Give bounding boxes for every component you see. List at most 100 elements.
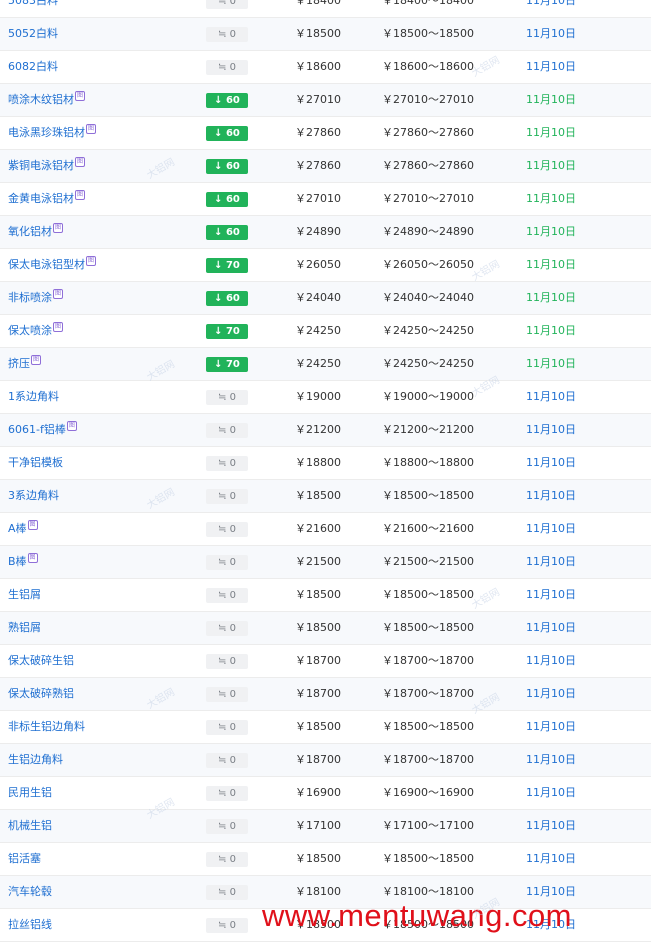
product-name-link[interactable]: 1系边角料 [8,381,59,413]
product-name[interactable]: 非标喷涂 [8,291,52,304]
change-cell: ↓ 70 [206,249,248,281]
product-name[interactable]: 干净铝模板 [8,456,63,469]
product-name[interactable]: B棒 [8,555,27,568]
product-name-link[interactable]: 生铝边角料 [8,744,63,776]
product-name[interactable]: 金黄电泳铝材 [8,192,74,205]
flat-icon: ≒ [218,887,227,898]
product-name[interactable]: 1系边角料 [8,390,59,403]
image-tag-icon[interactable]: 图 [86,256,96,266]
flat-icon: ≒ [218,62,227,73]
product-name[interactable]: 保太破碎熟铝 [8,687,74,700]
product-name[interactable]: 3系边角料 [8,489,59,502]
image-tag-icon[interactable]: 图 [75,190,85,200]
product-name-link[interactable]: 3系边角料 [8,480,59,512]
product-name[interactable]: 喷涂木纹铝材 [8,93,74,106]
product-name-link[interactable]: 保太喷涂图 [8,315,63,347]
table-row: 电泳黑珍珠铝材图 ↓ 60 ￥27860 ￥27860～27860 11月10日 [0,117,651,150]
product-name-link[interactable]: 非标喷涂图 [8,282,63,314]
product-name[interactable]: 熟铝屑 [8,621,41,634]
change-flat-badge: ≒ 0 [206,852,248,867]
product-name[interactable]: 保太电泳铝型材 [8,258,85,271]
product-name-link[interactable]: 民用生铝 [8,777,52,809]
product-name[interactable]: 6082白料 [8,60,58,73]
product-name-link[interactable]: 保太电泳铝型材图 [8,249,96,281]
product-name[interactable]: 机械生铝 [8,819,52,832]
avg-price: ￥24250 [295,324,341,337]
change-value: 0 [229,821,236,832]
flat-icon: ≒ [218,0,227,7]
table-row: 保太破碎熟铝 ≒ 0 ￥18700 ￥18700～18700 11月10日 [0,678,651,711]
image-tag-icon[interactable]: 图 [86,124,96,134]
flat-icon: ≒ [218,623,227,634]
product-name-link[interactable]: 生铝屑 [8,579,41,611]
product-name[interactable]: 铝活塞 [8,852,41,865]
product-name[interactable]: A棒 [8,522,27,535]
change-flat-badge: ≒ 0 [206,720,248,735]
product-name[interactable]: 保太破碎生铝 [8,654,74,667]
change-flat-badge: ≒ 0 [206,621,248,636]
change-value: 60 [225,95,240,106]
product-name-link[interactable]: 喷涂木纹铝材图 [8,84,85,116]
image-tag-icon[interactable]: 图 [53,289,63,299]
product-name[interactable]: 挤压 [8,357,30,370]
product-name-link[interactable]: 5052白料 [8,18,58,50]
product-name-link[interactable]: 汽车轮毂 [8,876,52,908]
product-name-link[interactable]: 拉丝铝线 [8,909,52,941]
product-name-link[interactable]: 电泳黑珍珠铝材图 [8,117,96,149]
date-cell: 11月10日 [526,93,576,106]
flat-icon: ≒ [218,656,227,667]
change-flat-badge: ≒ 0 [206,0,248,9]
change-value: 0 [229,722,236,733]
product-name[interactable]: 汽车轮毂 [8,885,52,898]
product-name-link[interactable]: 熟铝屑 [8,612,41,644]
product-name[interactable]: 5083白料 [8,0,58,7]
product-name-link[interactable]: 6082白料 [8,51,58,83]
change-cell: ↓ 60 [206,117,248,149]
product-name-link[interactable]: 5083白料 [8,0,58,17]
product-name[interactable]: 5052白料 [8,27,58,40]
product-name[interactable]: 紫铜电泳铝材 [8,159,74,172]
product-name[interactable]: 生铝边角料 [8,753,63,766]
product-name[interactable]: 非标生铝边角料 [8,720,85,733]
change-down-badge: ↓ 60 [206,225,248,240]
image-tag-icon[interactable]: 图 [27,520,38,530]
arrow-down-icon: ↓ [214,293,223,304]
price-range: ￥18800～18800 [382,456,474,469]
avg-price: ￥21600 [295,522,341,535]
product-name-link[interactable]: 6061-f铝棒图 [8,414,77,446]
image-tag-icon[interactable]: 图 [53,223,63,233]
product-name-link[interactable]: 金黄电泳铝材图 [8,183,85,215]
price-range: ￥18100～18100 [382,885,474,898]
image-tag-icon[interactable]: 图 [53,322,63,332]
image-tag-icon[interactable]: 图 [75,157,85,167]
product-name-link[interactable]: A棒图 [8,513,38,545]
date-cell: 11月10日 [526,720,576,733]
image-tag-icon[interactable]: 图 [75,91,85,101]
image-tag-icon[interactable]: 图 [31,355,41,365]
change-flat-badge: ≒ 0 [206,555,248,570]
product-name[interactable]: 保太喷涂 [8,324,52,337]
product-name[interactable]: 民用生铝 [8,786,52,799]
product-name-link[interactable]: 挤压图 [8,348,41,380]
product-name[interactable]: 氧化铝材 [8,225,52,238]
image-tag-icon[interactable]: 图 [27,553,38,563]
image-tag-icon[interactable]: 图 [66,421,77,431]
product-name[interactable]: 拉丝铝线 [8,918,52,931]
date-cell: 11月10日 [526,753,576,766]
product-name-link[interactable]: 非标生铝边角料 [8,711,85,743]
product-name-link[interactable]: 干净铝模板 [8,447,63,479]
flat-icon: ≒ [218,920,227,931]
product-name-link[interactable]: 铝活塞 [8,843,41,875]
avg-price: ￥18700 [295,654,341,667]
product-name[interactable]: 6061-f铝棒 [8,423,66,436]
product-name-link[interactable]: 保太破碎熟铝 [8,678,74,710]
product-name[interactable]: 电泳黑珍珠铝材 [8,126,85,139]
product-name-link[interactable]: 机械生铝 [8,810,52,842]
product-name-link[interactable]: 紫铜电泳铝材图 [8,150,85,182]
product-name[interactable]: 生铝屑 [8,588,41,601]
table-row: 紫铜电泳铝材图 ↓ 60 ￥27860 ￥27860～27860 11月10日 [0,150,651,183]
product-name-link[interactable]: B棒图 [8,546,38,578]
product-name-link[interactable]: 氧化铝材图 [8,216,63,248]
product-name-link[interactable]: 保太破碎生铝 [8,645,74,677]
flat-icon: ≒ [218,392,227,403]
